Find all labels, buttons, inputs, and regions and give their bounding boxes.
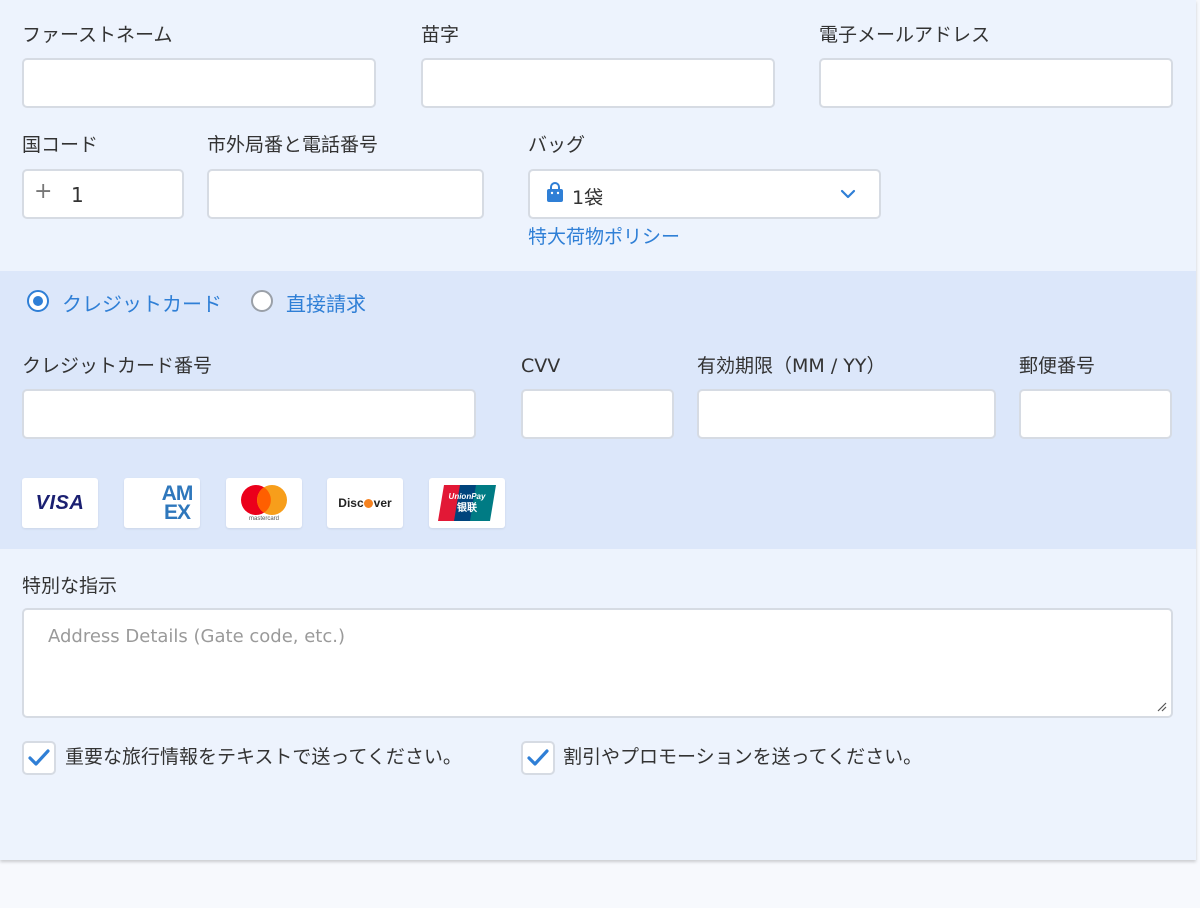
radio-direct-billing[interactable] <box>251 290 273 312</box>
mastercard-logo-text: mastercard <box>248 516 279 522</box>
expiry-label: 有効期限（MM / YY） <box>697 355 886 377</box>
zip-input[interactable] <box>1021 391 1170 437</box>
promotions-checkbox[interactable] <box>521 741 555 775</box>
first-name-label: ファーストネーム <box>22 24 173 46</box>
special-instructions-textarea[interactable] <box>24 610 1171 716</box>
promotions-label[interactable]: 割引やプロモーションを送ってください。 <box>563 738 922 776</box>
email-input[interactable] <box>821 60 1171 106</box>
discover-logo-left: Disc <box>338 496 364 510</box>
zip-field[interactable] <box>1019 389 1172 439</box>
oversize-policy-link[interactable]: 特大荷物ポリシー <box>528 222 680 249</box>
unionpay-logo-top: UnionPay <box>448 492 486 501</box>
amex-logo-bottom: EX <box>163 501 191 524</box>
resize-grip-icon[interactable] <box>1155 700 1167 712</box>
last-name-input[interactable] <box>423 60 773 106</box>
phone-input[interactable] <box>209 171 482 217</box>
radio-direct-billing-label[interactable]: 直接請求 <box>286 288 366 317</box>
cvv-field[interactable] <box>521 389 674 439</box>
zip-label: 郵便番号 <box>1019 355 1096 377</box>
cvv-label: CVV <box>521 355 561 377</box>
phone-label: 市外局番と電話番号 <box>207 134 379 156</box>
unionpay-logo-bottom: 银联 <box>457 503 477 514</box>
shopping-bag-icon <box>547 182 563 202</box>
first-name-field[interactable] <box>22 58 376 108</box>
bag-selected-value: 1袋 <box>572 187 604 209</box>
visa-logo: VISA <box>22 478 98 528</box>
expiry-field[interactable] <box>697 389 996 439</box>
radio-credit-card-label[interactable]: クレジットカード <box>62 288 222 317</box>
discover-dot-icon <box>364 498 374 508</box>
last-name-label: 苗字 <box>421 24 460 46</box>
discover-logo-right: ver <box>373 496 392 510</box>
special-instructions-label: 特別な指示 <box>22 575 118 597</box>
email-label: 電子メールアドレス <box>819 24 991 46</box>
country-code-label: 国コード <box>22 134 99 156</box>
amex-logo: AM EX <box>124 478 200 528</box>
expiry-input[interactable] <box>699 391 994 437</box>
special-instructions-field[interactable] <box>22 608 1173 718</box>
radio-credit-card[interactable] <box>27 290 49 312</box>
discover-logo: Disc ver <box>327 478 403 528</box>
email-field[interactable] <box>819 58 1173 108</box>
travel-sms-label[interactable]: 重要な旅行情報をテキストで送ってください。 <box>22 738 462 776</box>
unionpay-logo: UnionPay 银联 <box>429 478 505 528</box>
bag-select[interactable]: 1袋 <box>528 169 881 219</box>
card-number-field[interactable] <box>22 389 476 439</box>
mastercard-circles-icon <box>241 485 287 515</box>
card-number-input[interactable] <box>24 391 474 437</box>
first-name-input[interactable] <box>24 60 374 106</box>
plus-sign: + <box>34 179 53 204</box>
visa-logo-text: VISA <box>35 491 85 514</box>
phone-field[interactable] <box>207 169 484 219</box>
country-code-field[interactable]: + 1 <box>22 169 184 219</box>
cvv-input[interactable] <box>523 391 672 437</box>
card-number-label: クレジットカード番号 <box>22 355 213 377</box>
last-name-field[interactable] <box>421 58 775 108</box>
mastercard-logo: mastercard <box>226 478 302 528</box>
country-code-value: 1 <box>71 183 84 207</box>
checkmark-icon <box>527 749 549 766</box>
bag-label: バッグ <box>528 134 586 156</box>
chevron-down-icon <box>840 189 856 199</box>
